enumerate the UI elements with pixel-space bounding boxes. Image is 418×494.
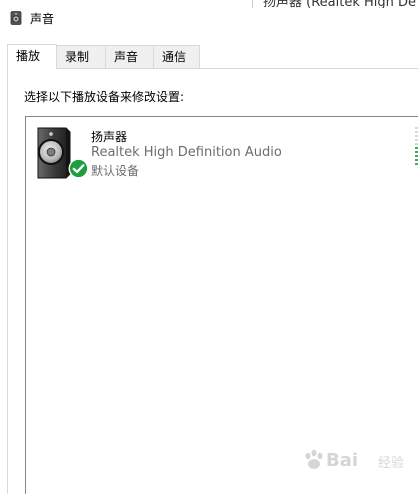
playback-panel: 选择以下播放设备来修改设置: 扬声器 Realtek High Definiti… bbox=[7, 68, 418, 494]
tab-label: 录制 bbox=[65, 50, 90, 64]
tab-recording[interactable]: 录制 bbox=[56, 45, 106, 68]
check-icon bbox=[68, 158, 89, 179]
title-bar[interactable]: 声音 bbox=[0, 8, 418, 30]
sound-dialog: 扬声器 (Realtek High De 声音 播放 录制 声音 通信 选择以下… bbox=[0, 0, 418, 494]
background-window-text: 扬声器 (Realtek High De bbox=[263, 0, 417, 8]
background-window-fragment: 扬声器 (Realtek High De bbox=[252, 0, 418, 8]
tab-sounds[interactable]: 声音 bbox=[105, 45, 154, 68]
device-list[interactable]: 扬声器 Realtek High Definition Audio 默认设备 bbox=[25, 116, 418, 494]
speaker-icon bbox=[10, 11, 22, 25]
tab-label: 通信 bbox=[162, 50, 187, 64]
paw-icon bbox=[305, 449, 323, 469]
device-name: 扬声器 bbox=[91, 130, 128, 144]
watermark-brand: Bai bbox=[326, 450, 359, 471]
tab-label: 播放 bbox=[16, 49, 41, 63]
watermark-suffix: 经验 bbox=[378, 456, 405, 471]
tab-communications[interactable]: 通信 bbox=[153, 45, 200, 68]
instruction-text: 选择以下播放设备来修改设置: bbox=[24, 90, 185, 104]
device-status: 默认设备 bbox=[91, 164, 140, 178]
device-description: Realtek High Definition Audio bbox=[91, 145, 282, 160]
watermark: Bai 经验 bbox=[298, 442, 418, 482]
window-title: 声音 bbox=[30, 12, 55, 26]
list-item-speakers[interactable]: 扬声器 Realtek High Definition Audio 默认设备 bbox=[26, 117, 418, 183]
tab-playback[interactable]: 播放 bbox=[7, 44, 57, 69]
tab-label: 声音 bbox=[114, 50, 139, 64]
